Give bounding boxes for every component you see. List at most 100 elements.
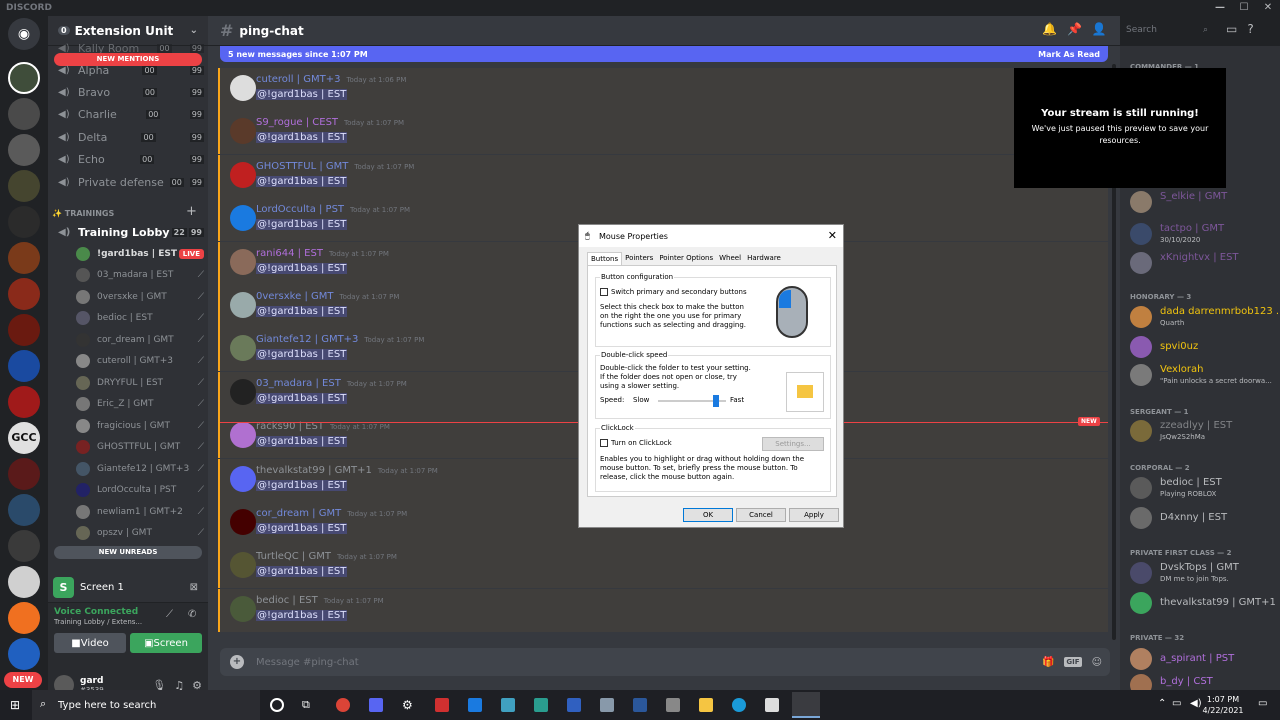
message-author[interactable]: 0versxke | GMT	[256, 291, 333, 302]
emoji-icon[interactable]: ☺	[1092, 657, 1102, 668]
word-icon[interactable]	[633, 698, 647, 712]
channel-item[interactable]: ◀) Echo 00 99	[58, 149, 204, 169]
message-mention[interactable]: @!gard1bas | EST	[256, 132, 348, 144]
maximize-icon[interactable]: ☐	[1232, 0, 1256, 16]
screen-button[interactable]: ▣ Screen	[130, 633, 202, 653]
server-icon[interactable]	[8, 350, 40, 382]
member-item[interactable]: tactpo | GMT 30/10/2020	[1130, 219, 1278, 249]
member-item[interactable]: xKnightvx | EST	[1130, 248, 1278, 278]
disconnect-icon[interactable]: ✆	[188, 609, 196, 620]
message[interactable]: S9_rogue | CEST Today at 1:07 PM @!gard1ba…	[218, 111, 1108, 155]
server-icon[interactable]	[8, 98, 40, 130]
avatar[interactable]	[230, 248, 256, 275]
members-icon[interactable]: 👤	[1092, 22, 1107, 36]
server-icon[interactable]	[8, 494, 40, 526]
avatar[interactable]	[230, 595, 256, 622]
taskbar-search[interactable]: ⌕ Type here to search	[32, 690, 260, 720]
voice-user[interactable]: !gard1bas | EST LIVE	[76, 243, 204, 264]
server-icon[interactable]	[8, 602, 40, 634]
member-item[interactable]: D4xnny | EST	[1130, 503, 1278, 533]
server-icon[interactable]	[8, 386, 40, 418]
message-author[interactable]: TurtleQC | GMT	[256, 551, 331, 562]
tab-pointer-options[interactable]: Pointer Options	[656, 252, 716, 265]
avatar[interactable]	[230, 75, 256, 101]
message-author[interactable]: thevalkstat99 | GMT+1	[256, 465, 372, 476]
message[interactable]: bedioc | EST Today at 1:07 PM @!gard1bas |…	[218, 588, 1108, 632]
app-icon[interactable]	[567, 698, 581, 712]
avatar[interactable]	[230, 378, 256, 405]
message-mention[interactable]: @!gard1bas | EST	[256, 436, 348, 448]
member-item[interactable]: b_dy | CST	[1130, 670, 1278, 690]
message-mention[interactable]: @!gard1bas | EST	[256, 306, 348, 317]
close-icon[interactable]: ✕	[1256, 0, 1280, 16]
app-icon[interactable]	[765, 698, 779, 712]
member-item[interactable]: Vexlorah "Pain unlocks a secret doorwa...	[1130, 360, 1278, 390]
server-icon[interactable]	[8, 242, 40, 274]
message-author[interactable]: S9_rogue | CEST	[256, 117, 338, 128]
bell-icon[interactable]: 🔔	[1042, 22, 1057, 36]
member-item[interactable]: dada darrenmrbob123 ... Quarth	[1130, 302, 1280, 332]
home-icon[interactable]: ◉	[8, 18, 40, 50]
new-unreads-pill[interactable]: NEW UNREADS	[54, 546, 202, 559]
dialog-close-icon[interactable]: ✕	[828, 229, 837, 242]
cancel-button[interactable]: Cancel	[736, 508, 786, 522]
server-icon[interactable]	[8, 134, 40, 166]
search-input[interactable]: Search ⌕	[1120, 22, 1214, 40]
channel-item[interactable]: ◀) Alpha 00 99	[58, 60, 204, 80]
app-icon[interactable]	[534, 698, 548, 712]
voice-user[interactable]: newliam1 | GMT+2 ⟋	[76, 501, 204, 522]
inbox-icon[interactable]: ▭	[1226, 22, 1237, 36]
voice-user[interactable]: fragicious | GMT ⟋	[76, 415, 204, 436]
mouse-properties-taskbar-icon[interactable]	[792, 692, 820, 718]
network-icon[interactable]: ▭	[1172, 698, 1181, 709]
message-author[interactable]: LordOcculta | PST	[256, 204, 344, 215]
member-item[interactable]: bedioc | EST Playing ROBLOX	[1130, 473, 1278, 503]
message-author[interactable]: Giantefe12 | GMT+3	[256, 334, 358, 345]
voice-user[interactable]: opszv | GMT ⟋	[76, 523, 204, 544]
voice-user[interactable]: Giantefe12 | GMT+3 ⟋	[76, 458, 204, 479]
message-author[interactable]: GHOSTTFUL | GMT	[256, 161, 348, 172]
add-attachment-icon[interactable]: +	[230, 655, 244, 669]
message-mention[interactable]: @!gard1bas | EST	[256, 392, 348, 404]
message-author[interactable]: 03_madara | EST	[256, 378, 341, 389]
tab-hardware[interactable]: Hardware	[744, 252, 784, 265]
member-item[interactable]: DvskTops | GMT DM me to join Tops.	[1130, 558, 1278, 588]
chevron-down-icon[interactable]: ⌄	[190, 25, 198, 36]
app-icon[interactable]	[732, 698, 746, 712]
message-mention[interactable]: @!gard1bas | EST	[256, 566, 348, 578]
help-icon[interactable]: ?	[1247, 22, 1253, 36]
message-mention[interactable]: @!gard1bas | EST	[256, 523, 348, 534]
server-icon[interactable]	[8, 314, 40, 346]
pin-icon[interactable]: 📌	[1067, 22, 1082, 36]
channel-item[interactable]: ◀) Charlie 00 99	[58, 104, 204, 124]
message-mention[interactable]: @!gard1bas | EST	[256, 349, 348, 361]
clicklock-checkbox[interactable]: Turn on ClickLock	[600, 439, 672, 447]
avatar[interactable]	[230, 335, 256, 362]
add-channel-icon[interactable]: +	[186, 204, 197, 219]
message-input[interactable]: + Message #ping-chat 🎁 GIF ☺	[220, 648, 1110, 676]
clicklock-settings-button[interactable]: Settings...	[762, 437, 824, 451]
avatar[interactable]	[230, 118, 256, 145]
notifications-icon[interactable]: ▭	[1258, 698, 1267, 709]
avatar[interactable]	[230, 552, 256, 579]
server-icon[interactable]	[8, 62, 40, 94]
voice-user[interactable]: bedioc | EST ⟋	[76, 308, 204, 329]
calculator-icon[interactable]	[666, 698, 680, 712]
server-icon[interactable]: GCC	[8, 422, 40, 454]
server-icon[interactable]	[8, 278, 40, 310]
message-mention[interactable]: @!gard1bas | EST	[256, 175, 348, 187]
avatar[interactable]	[230, 161, 256, 188]
screen-share-item[interactable]: S Screen 1 ⊠	[48, 572, 208, 602]
task-view-icon[interactable]: ⧉	[302, 698, 316, 712]
video-button[interactable]: ■ Video	[54, 633, 126, 653]
server-icon[interactable]	[8, 530, 40, 562]
message[interactable]: cuteroll | GMT+3 Today at 1:06 PM @!gard1b…	[218, 68, 1108, 111]
noise-icon[interactable]: ⟋	[166, 609, 173, 620]
speed-slider[interactable]	[658, 395, 726, 407]
message-mention[interactable]: @!gard1bas | EST	[256, 479, 348, 491]
switch-buttons-checkbox[interactable]: Switch primary and secondary buttons	[600, 288, 747, 296]
mark-as-read-button[interactable]: Mark As Read	[1038, 50, 1100, 59]
server-icon[interactable]	[8, 458, 40, 490]
app-icon[interactable]	[600, 698, 614, 712]
message-author[interactable]: bedioc | EST	[256, 595, 318, 606]
